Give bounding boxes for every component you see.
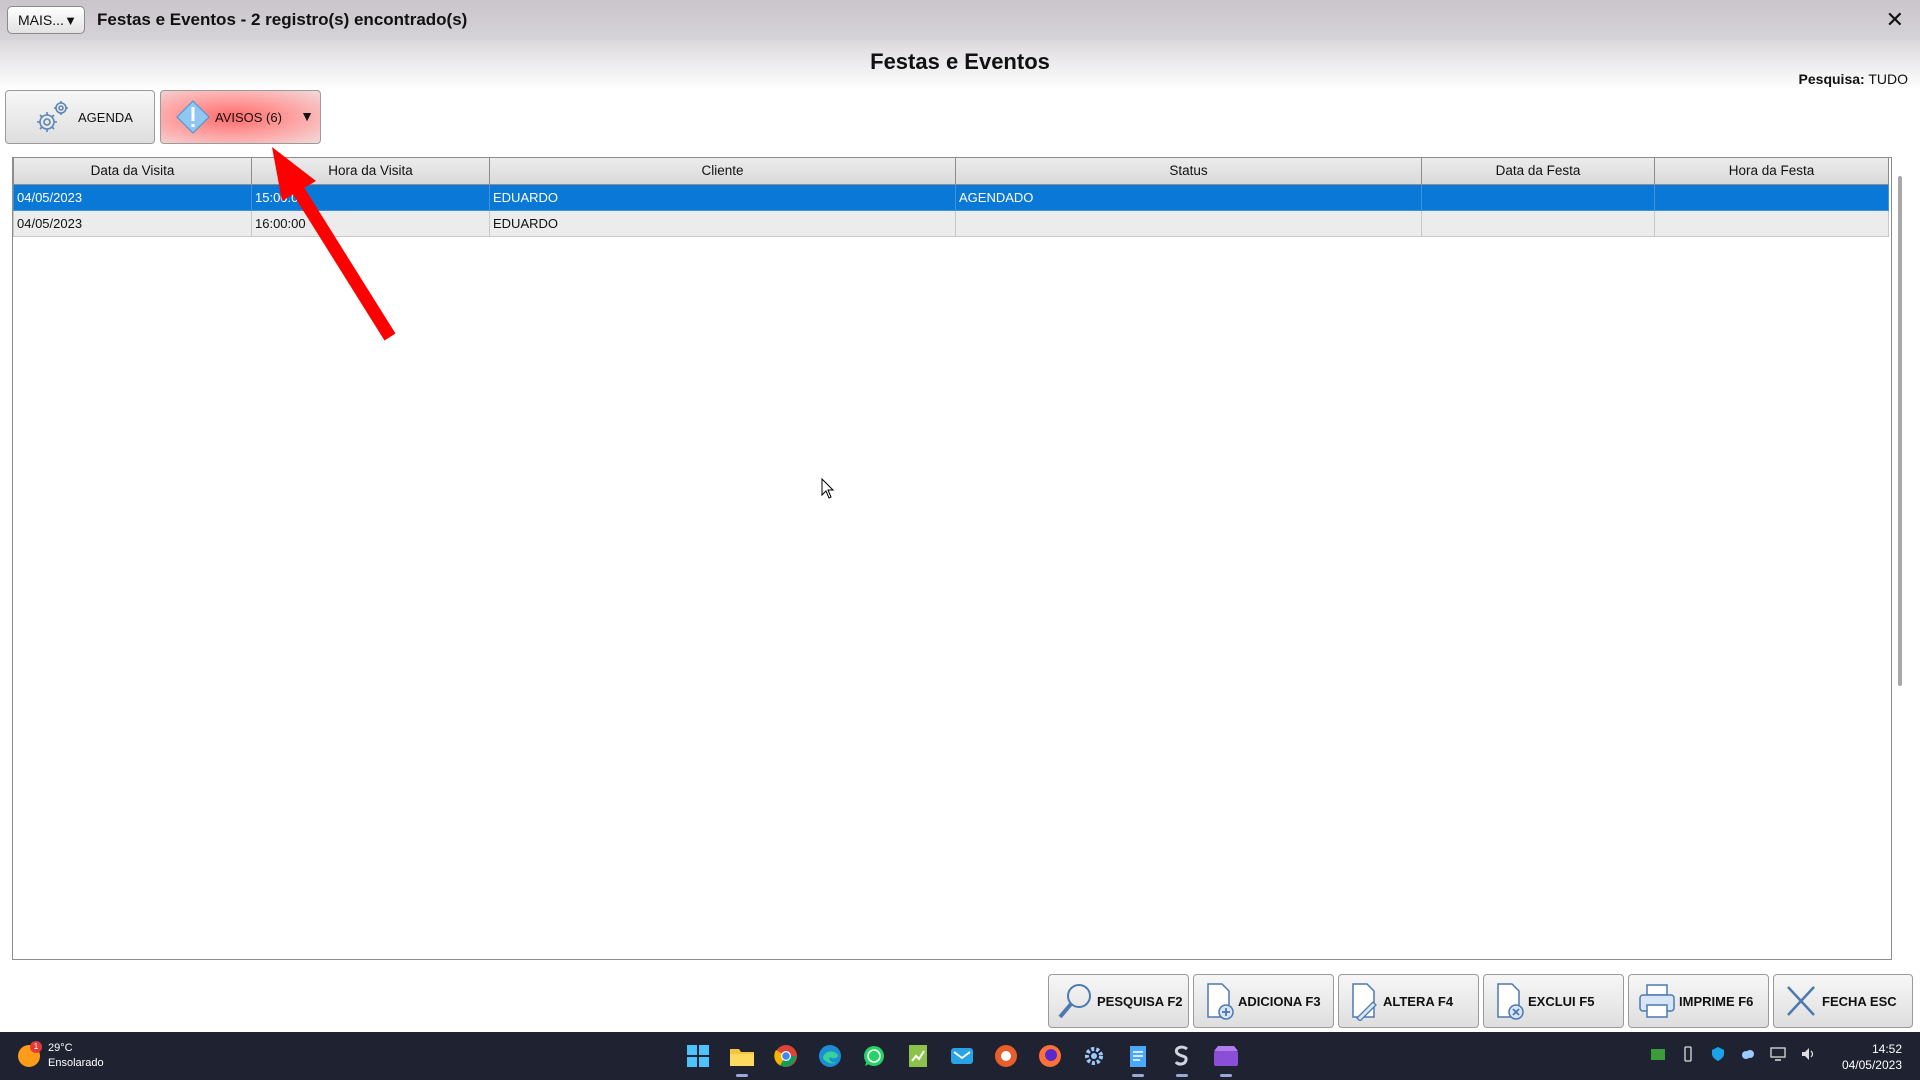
table-cell: 15:00:00	[251, 183, 490, 211]
firefox-icon[interactable]	[1034, 1040, 1066, 1072]
column-header[interactable]: Hora da Festa	[1654, 158, 1889, 185]
mais-label: MAIS...	[18, 12, 64, 28]
settings-icon[interactable]	[1078, 1040, 1110, 1072]
caret-down-icon: ▼	[64, 12, 77, 28]
windows-start-icon[interactable]	[682, 1040, 714, 1072]
edge-icon[interactable]	[814, 1040, 846, 1072]
close-icon	[1787, 986, 1815, 1016]
video-app-icon[interactable]	[1210, 1040, 1242, 1077]
column-header[interactable]: Cliente	[489, 158, 956, 185]
notification-badge: 1	[30, 1041, 42, 1053]
agenda-button[interactable]: AGENDA	[5, 90, 155, 144]
page-title: Festas e Eventos	[870, 49, 1050, 74]
imprime-button[interactable]: IMPRIME F6	[1628, 974, 1769, 1028]
clock-time: 14:52	[1871, 1042, 1902, 1056]
taskbar-apps	[682, 1040, 1242, 1077]
network-icon[interactable]	[1770, 1046, 1786, 1062]
exclui-button[interactable]: EXCLUI F5	[1483, 974, 1624, 1028]
imprime-label: IMPRIME F6	[1679, 993, 1754, 1009]
events-grid[interactable]: Data da Visita Hora da Visita Cliente St…	[12, 157, 1892, 960]
weather-cloud-icon[interactable]	[1740, 1046, 1756, 1062]
exclui-label: EXCLUI F5	[1528, 993, 1595, 1009]
close-icon[interactable]: ✕	[1886, 7, 1904, 33]
table-cell	[1421, 209, 1655, 237]
spreadsheet-icon[interactable]	[902, 1040, 934, 1072]
pesquisa-button[interactable]: PESQUISA F2	[1048, 974, 1189, 1028]
add-document-icon	[1207, 983, 1234, 1020]
table-cell: AGENDADO	[955, 183, 1422, 211]
table-cell: EDUARDO	[489, 183, 956, 211]
adiciona-label: ADICIONA F3	[1238, 993, 1321, 1009]
table-header-row: Data da Visita Hora da Visita Cliente St…	[13, 158, 1889, 185]
vertical-scrollbar[interactable]	[1898, 176, 1902, 686]
adiciona-button[interactable]: ADICIONA F3	[1193, 974, 1334, 1028]
mouse-cursor-icon	[821, 478, 835, 499]
weather-widget[interactable]: 1 29°C Ensolarado	[18, 1041, 104, 1071]
pesquisa-label: PESQUISA F2	[1097, 993, 1183, 1009]
avisos-dropdown-icon[interactable]: ▼	[300, 108, 314, 124]
mail-icon[interactable]	[946, 1040, 978, 1072]
altera-button[interactable]: ALTERA F4	[1338, 974, 1479, 1028]
column-header[interactable]: Status	[955, 158, 1422, 185]
search-label: Pesquisa:	[1798, 71, 1865, 87]
printer-icon	[1639, 984, 1675, 1018]
agenda-label: AGENDA	[78, 109, 133, 125]
fecha-label: FECHA ESC	[1822, 993, 1897, 1009]
table-cell	[1421, 183, 1655, 211]
table-cell: 04/05/2023	[13, 183, 252, 211]
notepad-icon[interactable]	[1122, 1040, 1154, 1077]
table-cell	[955, 209, 1422, 237]
erp-app-icon[interactable]	[1166, 1040, 1198, 1077]
media-app-icon[interactable]	[990, 1040, 1022, 1072]
chrome-icon[interactable]	[770, 1040, 802, 1072]
whatsapp-icon[interactable]	[858, 1040, 890, 1072]
search-icon	[1058, 984, 1091, 1019]
clock-date: 04/05/2023	[1841, 1058, 1902, 1072]
usb-icon[interactable]	[1680, 1046, 1696, 1062]
title-bar: MAIS... ▼ Festas e Eventos - 2 registro(…	[0, 0, 1920, 40]
avisos-button[interactable]: AVISOS (6) ▼	[160, 90, 321, 144]
system-tray	[1650, 1046, 1816, 1062]
window-title: Festas e Eventos - 2 registro(s) encontr…	[97, 10, 468, 29]
taskbar: 1 29°C Ensolarado 14:52 04/05/2023	[0, 1032, 1920, 1080]
search-indicator: Pesquisa: TUDO	[1799, 71, 1908, 87]
delete-document-icon	[1497, 983, 1524, 1020]
weather-condition: Ensolarado	[48, 1057, 104, 1069]
column-header[interactable]: Data da Festa	[1421, 158, 1655, 185]
temperature: 29°C	[48, 1042, 73, 1054]
tray-app-icon[interactable]	[1650, 1046, 1666, 1062]
security-shield-icon[interactable]	[1710, 1046, 1726, 1062]
clock[interactable]: 14:52 04/05/2023	[1842, 1041, 1902, 1073]
fecha-button[interactable]: FECHA ESC	[1773, 974, 1913, 1028]
warning-icon	[176, 100, 210, 134]
sun-icon: 1	[18, 1041, 42, 1067]
table-row[interactable]: 04/05/2023 16:00:00 EDUARDO	[13, 209, 1889, 237]
altera-label: ALTERA F4	[1383, 993, 1454, 1009]
table-row[interactable]: 04/05/2023 15:00:00 EDUARDO AGENDADO	[13, 183, 1889, 211]
mais-dropdown-button[interactable]: MAIS... ▼	[7, 6, 85, 34]
gear-icon	[37, 101, 68, 132]
table-cell: 16:00:00	[251, 209, 490, 237]
file-explorer-icon[interactable]	[726, 1040, 758, 1077]
table-cell: 04/05/2023	[13, 209, 252, 237]
weather-text: 29°C Ensolarado	[48, 1041, 104, 1071]
table-cell	[1654, 209, 1889, 237]
avisos-label: AVISOS (6)	[215, 109, 282, 125]
column-header[interactable]: Data da Visita	[13, 158, 252, 185]
edit-document-icon	[1352, 983, 1377, 1021]
search-value: TUDO	[1868, 71, 1908, 87]
events-table: Data da Visita Hora da Visita Cliente St…	[13, 158, 1889, 237]
table-cell	[1654, 183, 1889, 211]
volume-icon[interactable]	[1800, 1046, 1816, 1062]
column-header[interactable]: Hora da Visita	[251, 158, 490, 185]
table-cell: EDUARDO	[489, 209, 956, 237]
